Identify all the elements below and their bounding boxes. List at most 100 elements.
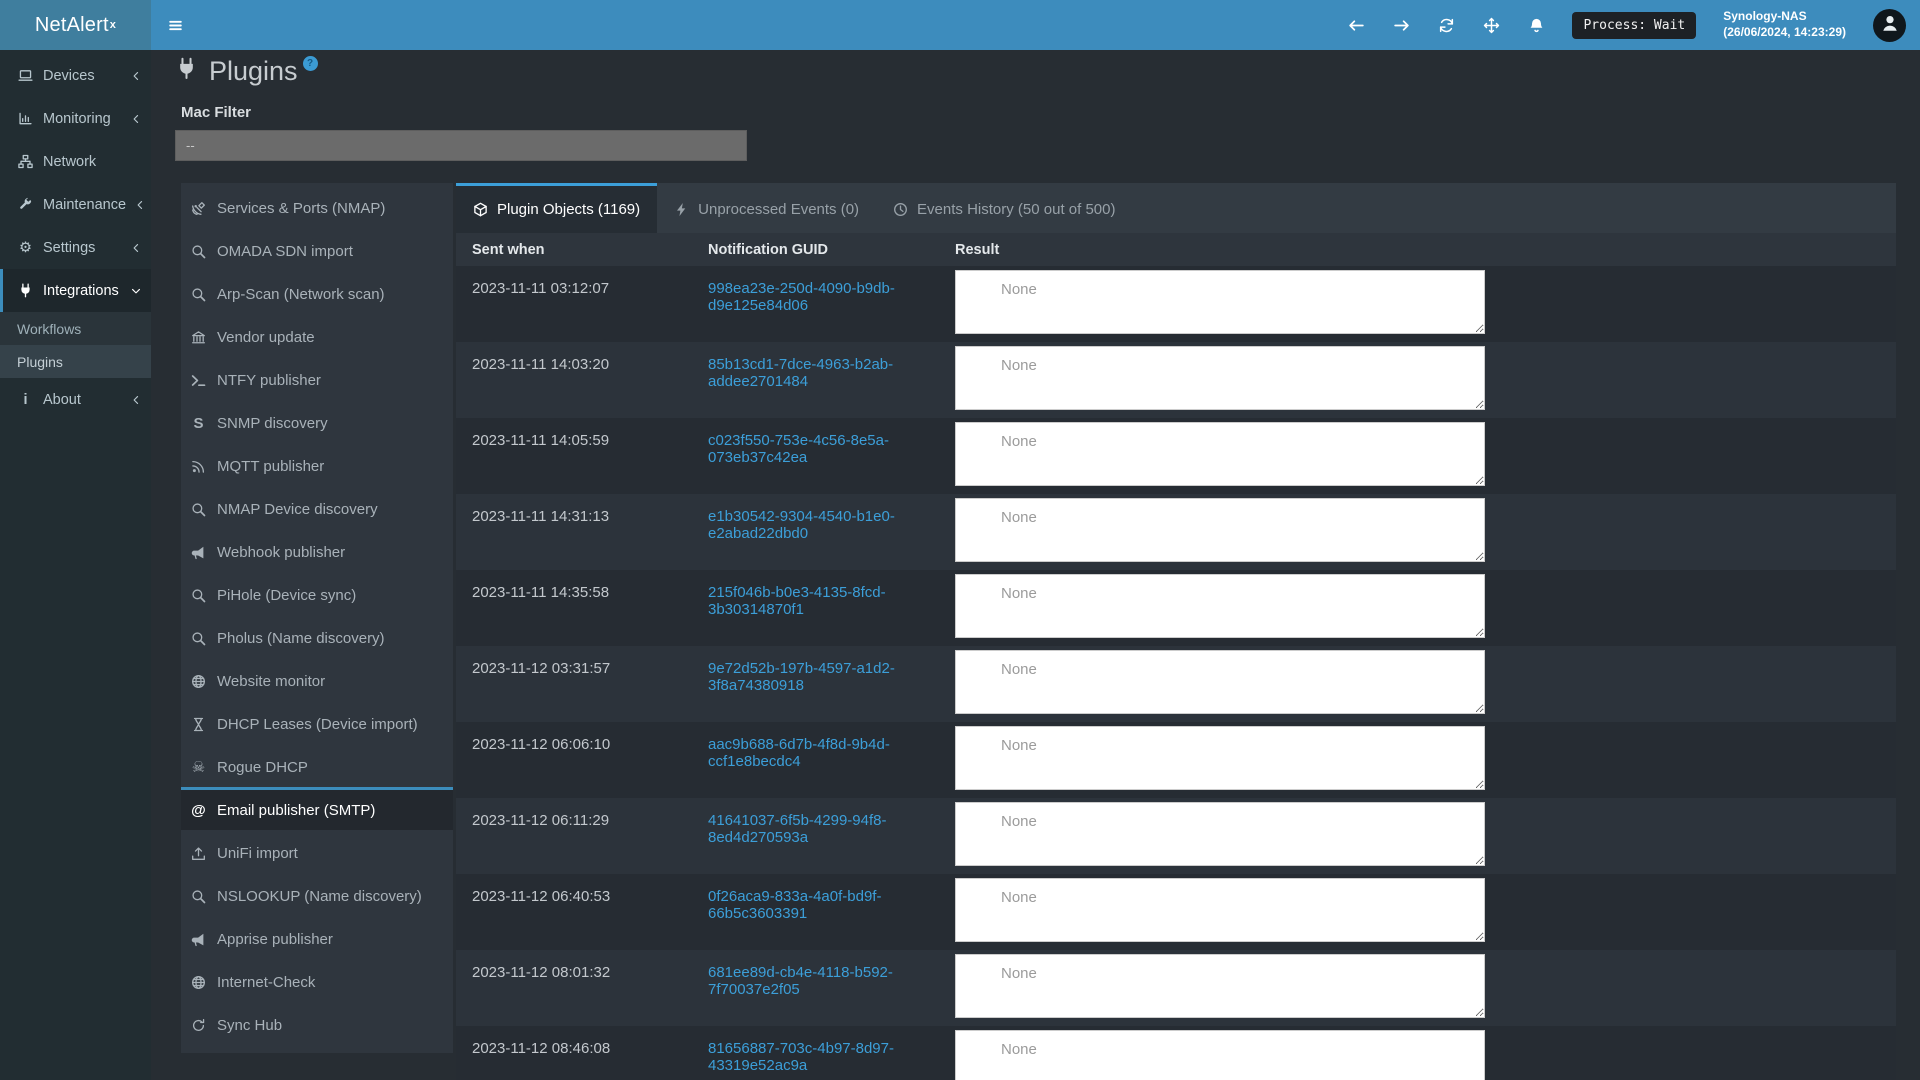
sent-when-cell: 2023-11-12 08:01:32 — [456, 950, 708, 1026]
skull-icon: ☠ — [189, 758, 208, 776]
sidebar-item-label: Maintenance — [43, 197, 126, 213]
process-status-badge[interactable]: Process: Wait — [1572, 12, 1696, 39]
notification-guid-link[interactable]: aac9b688-6d7b-4f8d-9b4d-ccf1e8becdc4 — [708, 722, 955, 770]
chevron-left-icon — [131, 395, 141, 405]
notification-guid-link[interactable]: 215f046b-b0e3-4135-8fcd-3b30314870f1 — [708, 570, 955, 618]
forward-icon[interactable] — [1392, 16, 1410, 34]
sync-icon — [189, 1018, 208, 1033]
sidebar-item-integrations[interactable]: Integrations — [0, 269, 151, 312]
plugin-nav-item[interactable]: Website monitor — [181, 658, 453, 701]
result-textarea[interactable] — [955, 802, 1485, 866]
plugin-nav-item[interactable]: MQTT publisher — [181, 443, 453, 486]
plugin-nav-item[interactable]: Pholus (Name discovery) — [181, 615, 453, 658]
plugin-nav-item[interactable]: Internet-Check — [181, 959, 453, 1002]
chart-icon — [17, 111, 34, 126]
plugin-nav-item-label: Email publisher (SMTP) — [217, 802, 375, 819]
plugin-nav-item[interactable]: OMADA SDN import — [181, 228, 453, 271]
notification-guid-link[interactable]: 81656887-703c-4b97-8d97-43319e52ac9a — [708, 1026, 955, 1074]
result-textarea[interactable] — [955, 270, 1485, 334]
table-header: Sent when Notification GUID Result — [456, 233, 1896, 266]
tab-label: Unprocessed Events (0) — [698, 201, 859, 218]
plugin-nav-item[interactable]: ☠ Rogue DHCP — [181, 744, 453, 787]
notification-guid-link[interactable]: e1b30542-9304-4540-b1e0-e2abad22dbd0 — [708, 494, 955, 542]
plug-icon — [175, 56, 198, 87]
search-icon — [189, 889, 208, 904]
result-textarea[interactable] — [955, 1030, 1485, 1080]
plugin-nav-item-label: Rogue DHCP — [217, 759, 308, 776]
result-textarea[interactable] — [955, 574, 1485, 638]
plugin-nav-item[interactable]: @ Email publisher (SMTP) — [181, 787, 453, 830]
notification-guid-link[interactable]: 41641037-6f5b-4299-94f8-8ed4d270593a — [708, 798, 955, 846]
help-badge[interactable]: ? — [303, 56, 318, 71]
plugin-nav-item[interactable]: PiHole (Device sync) — [181, 572, 453, 615]
fullscreen-move-icon[interactable] — [1482, 16, 1500, 34]
refresh-icon[interactable] — [1437, 16, 1455, 34]
result-textarea[interactable] — [955, 878, 1485, 942]
plugin-nav-item[interactable]: NSLOOKUP (Name discovery) — [181, 873, 453, 916]
result-textarea[interactable] — [955, 422, 1485, 486]
sidebar-item-settings[interactable]: ⚙ Settings — [0, 226, 151, 269]
sidebar-item-about[interactable]: i About — [0, 378, 151, 421]
upload-icon — [189, 846, 208, 861]
result-textarea[interactable] — [955, 726, 1485, 790]
table-row: 2023-11-12 08:01:32 681ee89d-cb4e-4118-b… — [456, 950, 1896, 1026]
plugin-nav-item[interactable]: Services & Ports (NMAP) — [181, 185, 453, 228]
host-timestamp: (26/06/2024, 14:23:29) — [1723, 25, 1846, 41]
tab[interactable]: Events History (50 out of 500) — [876, 183, 1132, 233]
satellite-icon — [189, 201, 208, 216]
sent-when-cell: 2023-11-12 06:11:29 — [456, 798, 708, 874]
hamburger-icon — [166, 16, 184, 34]
top-bar: NetAlertx Process: Wait Synology-NAS (26… — [0, 0, 1920, 50]
plugin-nav-item-label: Sync Hub — [217, 1017, 282, 1034]
logo-text: NetAlert — [35, 14, 109, 37]
notification-guid-link[interactable]: 0f26aca9-833a-4a0f-bd9f-66b5c3603391 — [708, 874, 955, 922]
mac-filter-input[interactable] — [175, 130, 747, 161]
sidebar-subitem-workflows[interactable]: Workflows — [0, 312, 151, 345]
notification-guid-link[interactable]: c023f550-753e-4c56-8e5a-073eb37c42ea — [708, 418, 955, 466]
plugin-nav-item[interactable]: Webhook publisher — [181, 529, 453, 572]
sidebar-toggle-button[interactable] — [151, 0, 199, 50]
notification-guid-link[interactable]: 681ee89d-cb4e-4118-b592-7f70037e2f05 — [708, 950, 955, 998]
result-textarea[interactable] — [955, 498, 1485, 562]
bank-icon — [189, 330, 208, 345]
result-textarea[interactable] — [955, 954, 1485, 1018]
sidebar-item-label: Devices — [43, 68, 95, 84]
sidebar-item-network[interactable]: Network — [0, 140, 151, 183]
plugin-nav-item[interactable]: S SNMP discovery — [181, 400, 453, 443]
result-textarea[interactable] — [955, 650, 1485, 714]
plugin-nav-item[interactable]: DHCP Leases (Device import) — [181, 701, 453, 744]
plugin-nav-item[interactable]: NMAP Device discovery — [181, 486, 453, 529]
plugin-nav-item[interactable]: NTFY publisher — [181, 357, 453, 400]
tab[interactable]: Unprocessed Events (0) — [657, 183, 876, 233]
sidebar-item-monitoring[interactable]: Monitoring — [0, 97, 151, 140]
plugin-nav-item[interactable]: Sync Hub — [181, 1002, 453, 1045]
notification-guid-link[interactable]: 998ea23e-250d-4090-b9db-d9e125e84d06 — [708, 266, 955, 314]
result-textarea[interactable] — [955, 346, 1485, 410]
tab[interactable]: Plugin Objects (1169) — [456, 183, 657, 233]
notification-guid-link[interactable]: 85b13cd1-7dce-4963-b2ab-addee2701484 — [708, 342, 955, 390]
integrations-submenu: WorkflowsPlugins — [0, 312, 151, 378]
sent-when-cell: 2023-11-11 14:35:58 — [456, 570, 708, 646]
sidebar-menu: Devices Monitoring Network Maintenance ⚙… — [0, 50, 151, 312]
plugin-nav-item[interactable]: Apprise publisher — [181, 916, 453, 959]
plugin-nav-item[interactable]: Arp-Scan (Network scan) — [181, 271, 453, 314]
sidebar: Devices Monitoring Network Maintenance ⚙… — [0, 50, 151, 1080]
avatar[interactable] — [1873, 9, 1906, 42]
app-logo[interactable]: NetAlertx — [0, 0, 151, 50]
plugin-nav-item-label: UniFi import — [217, 845, 298, 862]
sitemap-icon — [17, 154, 34, 169]
bolt-icon — [674, 202, 689, 217]
bell-icon[interactable] — [1527, 16, 1545, 34]
back-icon[interactable] — [1347, 16, 1365, 34]
plugin-nav-item[interactable]: Vendor update — [181, 314, 453, 357]
sidebar-subitem-plugins[interactable]: Plugins — [0, 345, 151, 378]
sidebar-item-devices[interactable]: Devices — [0, 54, 151, 97]
plugin-nav-item-label: NTFY publisher — [217, 372, 321, 389]
table-body: 2023-11-11 03:12:07 998ea23e-250d-4090-b… — [456, 266, 1896, 1080]
sidebar-item-label: Settings — [43, 240, 95, 256]
sidebar-item-label: About — [43, 392, 81, 408]
notification-guid-link[interactable]: 9e72d52b-197b-4597-a1d2-3f8a74380918 — [708, 646, 955, 694]
plugin-nav-item[interactable]: UniFi import — [181, 830, 453, 873]
rss-icon — [189, 459, 208, 474]
sidebar-item-maintenance[interactable]: Maintenance — [0, 183, 151, 226]
